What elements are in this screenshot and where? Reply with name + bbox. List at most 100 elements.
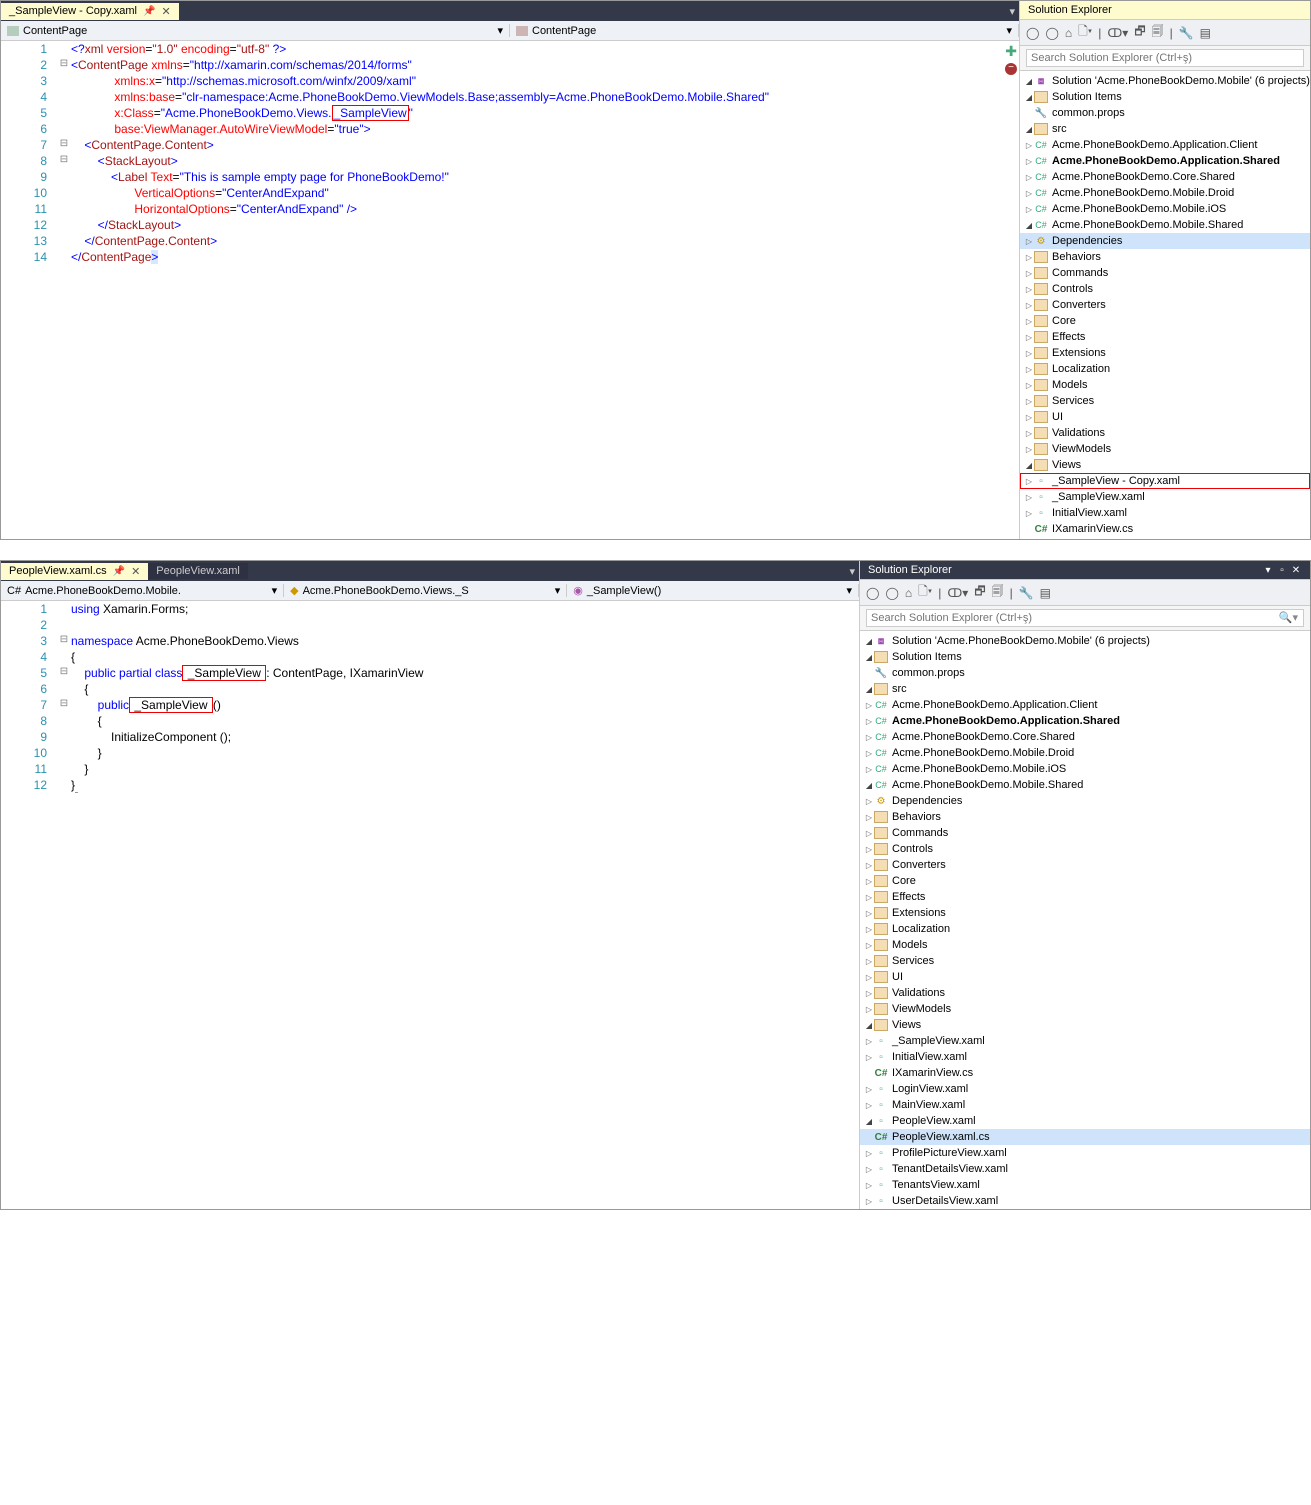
tree-node[interactable]: C#Acme.PhoneBookDemo.Core.Shared: [860, 729, 1310, 745]
tree-node[interactable]: Localization: [860, 921, 1310, 937]
tree-node[interactable]: Views: [1020, 457, 1310, 473]
code-editor-2[interactable]: 123456789101112 ⊟⊟⊟ using Xamarin.Forms;…: [1, 601, 859, 1209]
collapse-icon[interactable]: 🗐: [1152, 22, 1164, 43]
collapse-icon[interactable]: 🗐: [992, 582, 1004, 603]
tree-node[interactable]: ▫_SampleView - Copy.xaml: [1020, 473, 1310, 489]
tree-node[interactable]: ▫_SampleView.xaml: [860, 1033, 1310, 1049]
breadcrumb-method[interactable]: ◉_SampleView()▾: [567, 584, 859, 597]
search-input[interactable]: [1026, 49, 1304, 67]
tree-node[interactable]: ⚙Dependencies: [860, 793, 1310, 809]
fwd-icon[interactable]: ◯: [1045, 26, 1058, 40]
error-icon[interactable]: −: [1005, 59, 1017, 75]
refresh-icon[interactable]: ↀ▾: [947, 586, 968, 600]
tree-node[interactable]: UI: [860, 969, 1310, 985]
tree-node[interactable]: ▫ProfilePictureView.xaml: [860, 1145, 1310, 1161]
tree-node[interactable]: src: [860, 681, 1310, 697]
tree-node[interactable]: Core: [1020, 313, 1310, 329]
tab[interactable]: PeopleView.xaml: [148, 563, 248, 579]
tree-node[interactable]: Models: [1020, 377, 1310, 393]
breadcrumb-scope[interactable]: ContentPage▾: [1, 24, 510, 37]
fold-margin[interactable]: ⊟⊟⊟: [57, 41, 71, 539]
code-lines[interactable]: <?xml version="1.0" encoding="utf-8" ?><…: [71, 41, 1019, 539]
solution-tree[interactable]: ⧈Solution 'Acme.PhoneBookDemo.Mobile' (6…: [860, 631, 1310, 1209]
tree-node[interactable]: C#Acme.PhoneBookDemo.Mobile.Shared: [860, 777, 1310, 793]
tab-sampleview-copy[interactable]: _SampleView - Copy.xaml 📌 ✕: [1, 3, 179, 20]
tree-node[interactable]: Controls: [1020, 281, 1310, 297]
tree-node[interactable]: ▫InitialView.xaml: [1020, 505, 1310, 521]
sync-icon[interactable]: 🗋▾: [1078, 22, 1092, 43]
breadcrumb-member[interactable]: ContentPage▾: [510, 24, 1019, 37]
tree-node[interactable]: ⧈Solution 'Acme.PhoneBookDemo.Mobile' (6…: [1020, 73, 1310, 89]
home-icon[interactable]: ⌂: [905, 586, 912, 600]
tree-node[interactable]: ViewModels: [1020, 441, 1310, 457]
tree-node[interactable]: Commands: [860, 825, 1310, 841]
code-editor-1[interactable]: 1234567891011121314 ⊟⊟⊟ <?xml version="1…: [1, 41, 1019, 539]
tree-node[interactable]: C#Acme.PhoneBookDemo.Mobile.Droid: [860, 745, 1310, 761]
tree-node[interactable]: ▫MainView.xaml: [860, 1097, 1310, 1113]
search-input[interactable]: [866, 609, 1304, 627]
breadcrumb-project[interactable]: C#Acme.PhoneBookDemo.Mobile.▾: [1, 584, 284, 597]
close-icon[interactable]: ✕: [1290, 565, 1302, 576]
dropdown-icon[interactable]: ▾: [1262, 565, 1274, 576]
tree-node[interactable]: C#Acme.PhoneBookDemo.Application.Shared: [1020, 153, 1310, 169]
close-icon[interactable]: ✕: [161, 5, 170, 18]
sync-icon[interactable]: 🗋▾: [918, 582, 932, 603]
tree-node[interactable]: Controls: [860, 841, 1310, 857]
tree-node[interactable]: C#IXamarinView.cs: [1020, 521, 1310, 537]
search-icon[interactable]: 🔍▾: [1279, 611, 1298, 624]
tree-node[interactable]: src: [1020, 121, 1310, 137]
show-all-icon[interactable]: 🗗: [974, 582, 985, 603]
tree-node[interactable]: Services: [1020, 393, 1310, 409]
tree-node[interactable]: C#PeopleView.xaml.cs: [860, 1129, 1310, 1145]
tree-node[interactable]: Core: [860, 873, 1310, 889]
tree-node[interactable]: ⚙Dependencies: [1020, 233, 1310, 249]
tree-node[interactable]: ▫TenantsView.xaml: [860, 1177, 1310, 1193]
fold-margin[interactable]: ⊟⊟⊟: [57, 601, 71, 1209]
preview-icon[interactable]: ▤: [1040, 586, 1051, 600]
tree-node[interactable]: Effects: [1020, 329, 1310, 345]
tree-node[interactable]: UI: [1020, 409, 1310, 425]
tree-node[interactable]: ▫PeopleView.xaml: [860, 1113, 1310, 1129]
tree-node[interactable]: Views: [860, 1017, 1310, 1033]
show-all-icon[interactable]: 🗗: [1134, 22, 1145, 43]
tree-node[interactable]: Effects: [860, 889, 1310, 905]
tree-node[interactable]: C#Acme.PhoneBookDemo.Core.Shared: [1020, 169, 1310, 185]
preview-icon[interactable]: ▤: [1200, 26, 1211, 40]
tree-node[interactable]: Solution Items: [1020, 89, 1310, 105]
tree-node[interactable]: Services: [860, 953, 1310, 969]
add-icon[interactable]: ✚: [1005, 43, 1017, 60]
tree-node[interactable]: Models: [860, 937, 1310, 953]
tree-node[interactable]: ⧈Solution 'Acme.PhoneBookDemo.Mobile' (6…: [860, 633, 1310, 649]
tree-node[interactable]: ▫TenantDetailsView.xaml: [860, 1161, 1310, 1177]
breadcrumb-class[interactable]: ◆Acme.PhoneBookDemo.Views._S▾: [284, 584, 567, 597]
tree-node[interactable]: C#Acme.PhoneBookDemo.Mobile.Shared: [1020, 217, 1310, 233]
tab[interactable]: PeopleView.xaml.cs📌✕: [1, 563, 148, 580]
tree-node[interactable]: ▫UserDetailsView.xaml: [860, 1193, 1310, 1209]
tree-node[interactable]: C#Acme.PhoneBookDemo.Application.Client: [1020, 137, 1310, 153]
tree-node[interactable]: Commands: [1020, 265, 1310, 281]
code-lines[interactable]: using Xamarin.Forms;namespace Acme.Phone…: [71, 601, 859, 1209]
refresh-icon[interactable]: ↀ▾: [1107, 26, 1128, 40]
tree-node[interactable]: 🔧common.props: [1020, 105, 1310, 121]
pin-icon[interactable]: 📌: [143, 6, 155, 17]
home-icon[interactable]: ⌂: [1065, 26, 1072, 40]
tree-node[interactable]: Behaviors: [860, 809, 1310, 825]
tree-node[interactable]: C#Acme.PhoneBookDemo.Mobile.iOS: [1020, 201, 1310, 217]
tree-node[interactable]: Validations: [860, 985, 1310, 1001]
pin-icon[interactable]: ▫: [1276, 565, 1288, 576]
back-icon[interactable]: ◯: [866, 586, 879, 600]
tree-node[interactable]: ▫LoginView.xaml: [860, 1081, 1310, 1097]
tree-node[interactable]: 🔧common.props: [860, 665, 1310, 681]
solution-tree[interactable]: ⧈Solution 'Acme.PhoneBookDemo.Mobile' (6…: [1020, 71, 1310, 539]
properties-icon[interactable]: 🔧: [1179, 26, 1194, 40]
tree-node[interactable]: ViewModels: [860, 1001, 1310, 1017]
back-icon[interactable]: ◯: [1026, 26, 1039, 40]
tree-node[interactable]: ▫InitialView.xaml: [860, 1049, 1310, 1065]
tree-node[interactable]: Converters: [1020, 297, 1310, 313]
tree-node[interactable]: C#Acme.PhoneBookDemo.Application.Shared: [860, 713, 1310, 729]
tree-node[interactable]: ▫_SampleView.xaml: [1020, 489, 1310, 505]
tree-node[interactable]: C#IXamarinView.cs: [860, 1065, 1310, 1081]
tab-overflow-icon[interactable]: ▾: [1009, 5, 1019, 18]
tree-node[interactable]: Behaviors: [1020, 249, 1310, 265]
tree-node[interactable]: C#Acme.PhoneBookDemo.Mobile.Droid: [1020, 185, 1310, 201]
